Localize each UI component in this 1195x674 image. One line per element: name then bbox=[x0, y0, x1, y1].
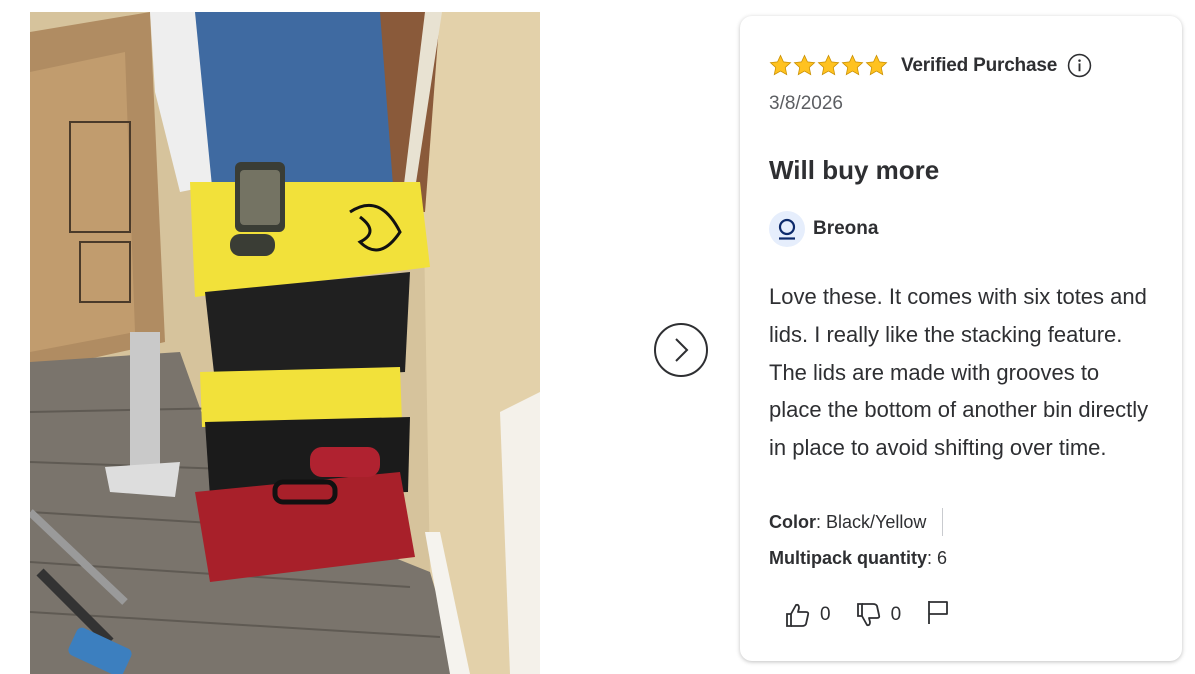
thumbs-down-icon bbox=[856, 602, 880, 626]
info-icon[interactable] bbox=[1067, 53, 1092, 78]
feedback-row: 0 0 bbox=[784, 598, 951, 631]
attribute-color-value: : Black/Yellow bbox=[816, 511, 927, 532]
author-row: Breona bbox=[769, 211, 878, 247]
chevron-right-icon bbox=[675, 338, 689, 362]
star-icon bbox=[865, 54, 888, 76]
next-review-button[interactable] bbox=[654, 323, 708, 377]
attribute-color: Color: Black/Yellow bbox=[769, 508, 944, 536]
flag-icon bbox=[928, 601, 949, 624]
unhelpful-count: 0 bbox=[890, 603, 902, 625]
review-body: Love these. It comes with six totes and … bbox=[769, 284, 1149, 461]
review-date: 3/8/2026 bbox=[769, 93, 843, 114]
attribute-multipack-value: : 6 bbox=[927, 548, 948, 568]
review-title: Will buy more bbox=[769, 155, 940, 185]
star-icon bbox=[817, 54, 840, 76]
unhelpful-button[interactable]: 0 bbox=[855, 601, 902, 629]
review-card: Verified Purchase 3/8/2026 Will buy more… bbox=[740, 16, 1182, 661]
user-icon bbox=[778, 218, 796, 240]
helpful-button[interactable]: 0 bbox=[784, 601, 831, 629]
star-icon bbox=[793, 54, 816, 76]
thumbs-up-icon bbox=[786, 603, 810, 627]
avatar bbox=[769, 211, 805, 247]
rating-row: Verified Purchase bbox=[769, 53, 1092, 78]
report-button[interactable] bbox=[925, 598, 951, 631]
star-rating bbox=[769, 54, 888, 77]
review-photo[interactable] bbox=[30, 12, 540, 674]
attribute-color-label: Color bbox=[769, 511, 816, 532]
attribute-divider bbox=[942, 508, 944, 536]
attribute-multipack: Multipack quantity: 6 bbox=[769, 548, 947, 569]
helpful-count: 0 bbox=[820, 603, 831, 625]
star-icon bbox=[769, 54, 792, 76]
review-photo-image bbox=[30, 12, 540, 674]
star-icon bbox=[841, 54, 864, 76]
verified-purchase-label: Verified Purchase bbox=[901, 54, 1058, 76]
attribute-multipack-label: Multipack quantity bbox=[769, 548, 928, 568]
review-author: Breona bbox=[813, 218, 879, 239]
